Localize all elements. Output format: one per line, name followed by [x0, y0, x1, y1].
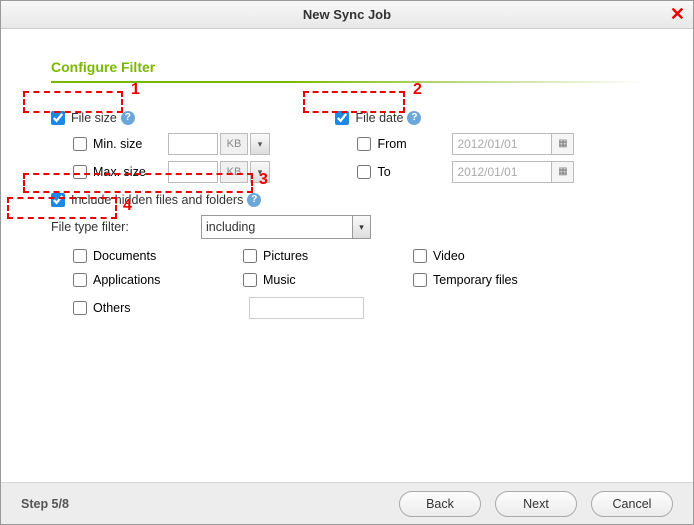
music-label: Music [263, 273, 296, 287]
file-size-checkbox[interactable] [51, 111, 65, 125]
to-date-input[interactable] [452, 161, 552, 183]
others-checkbox[interactable] [73, 301, 87, 315]
min-size-unit-dropdown[interactable]: ▾ [250, 133, 270, 155]
to-checkbox[interactable] [357, 165, 371, 179]
applications-label: Applications [93, 273, 160, 287]
callout-number-4: 4 [123, 197, 132, 215]
footer-bar: Step 5/8 Back Next Cancel [1, 482, 693, 524]
music-checkbox[interactable] [243, 273, 257, 287]
min-size-checkbox[interactable] [73, 137, 87, 151]
help-icon[interactable]: ? [247, 193, 261, 207]
callout-number-2: 2 [413, 81, 422, 99]
step-indicator: Step 5/8 [21, 497, 69, 511]
to-label: To [377, 165, 452, 179]
callout-number-1: 1 [131, 81, 140, 99]
help-icon[interactable]: ? [407, 111, 421, 125]
callout-number-3: 3 [259, 171, 268, 189]
to-date-picker-icon[interactable]: ▦ [552, 161, 574, 183]
content-area: Configure Filter File size ? Min. size K… [1, 29, 693, 319]
max-size-checkbox[interactable] [73, 165, 87, 179]
next-button[interactable]: Next [495, 491, 577, 517]
file-size-label: File size [71, 111, 117, 125]
documents-checkbox[interactable] [73, 249, 87, 263]
filter-top-row: File size ? Min. size KB ▾ Max. size KB … [51, 111, 643, 189]
from-date-input[interactable] [452, 133, 552, 155]
section-title: Configure Filter [51, 59, 643, 75]
file-type-grid: Documents Pictures Video Applications Mu… [73, 249, 643, 319]
others-label: Others [93, 301, 131, 315]
include-hidden-label: Include hidden files and folders [71, 193, 243, 207]
others-input[interactable] [249, 297, 364, 319]
chevron-down-icon: ▾ [352, 216, 370, 238]
close-icon[interactable]: ✕ [670, 5, 685, 23]
documents-label: Documents [93, 249, 156, 263]
callout-box-1 [23, 91, 123, 113]
pictures-checkbox[interactable] [243, 249, 257, 263]
pictures-label: Pictures [263, 249, 308, 263]
callout-box-2 [303, 91, 405, 113]
file-type-filter-value: including [206, 220, 255, 234]
max-size-unit: KB [220, 161, 248, 183]
min-size-label: Min. size [93, 137, 168, 151]
min-size-unit: KB [220, 133, 248, 155]
window-title: New Sync Job [303, 7, 391, 22]
include-hidden-checkbox[interactable] [51, 193, 65, 207]
file-type-filter-select[interactable]: including ▾ [201, 215, 371, 239]
temporary-label: Temporary files [433, 273, 518, 287]
applications-checkbox[interactable] [73, 273, 87, 287]
file-type-filter-label: File type filter: [51, 220, 201, 234]
back-button[interactable]: Back [399, 491, 481, 517]
video-label: Video [433, 249, 465, 263]
max-size-input[interactable] [168, 161, 218, 183]
help-icon[interactable]: ? [121, 111, 135, 125]
from-date-picker-icon[interactable]: ▦ [552, 133, 574, 155]
file-date-checkbox[interactable] [335, 111, 349, 125]
max-size-label: Max. size [93, 165, 168, 179]
video-checkbox[interactable] [413, 249, 427, 263]
temporary-checkbox[interactable] [413, 273, 427, 287]
file-date-label: File date [355, 111, 403, 125]
title-bar: New Sync Job ✕ [1, 1, 693, 29]
min-size-input[interactable] [168, 133, 218, 155]
cancel-button[interactable]: Cancel [591, 491, 673, 517]
from-label: From [377, 137, 452, 151]
from-checkbox[interactable] [357, 137, 371, 151]
